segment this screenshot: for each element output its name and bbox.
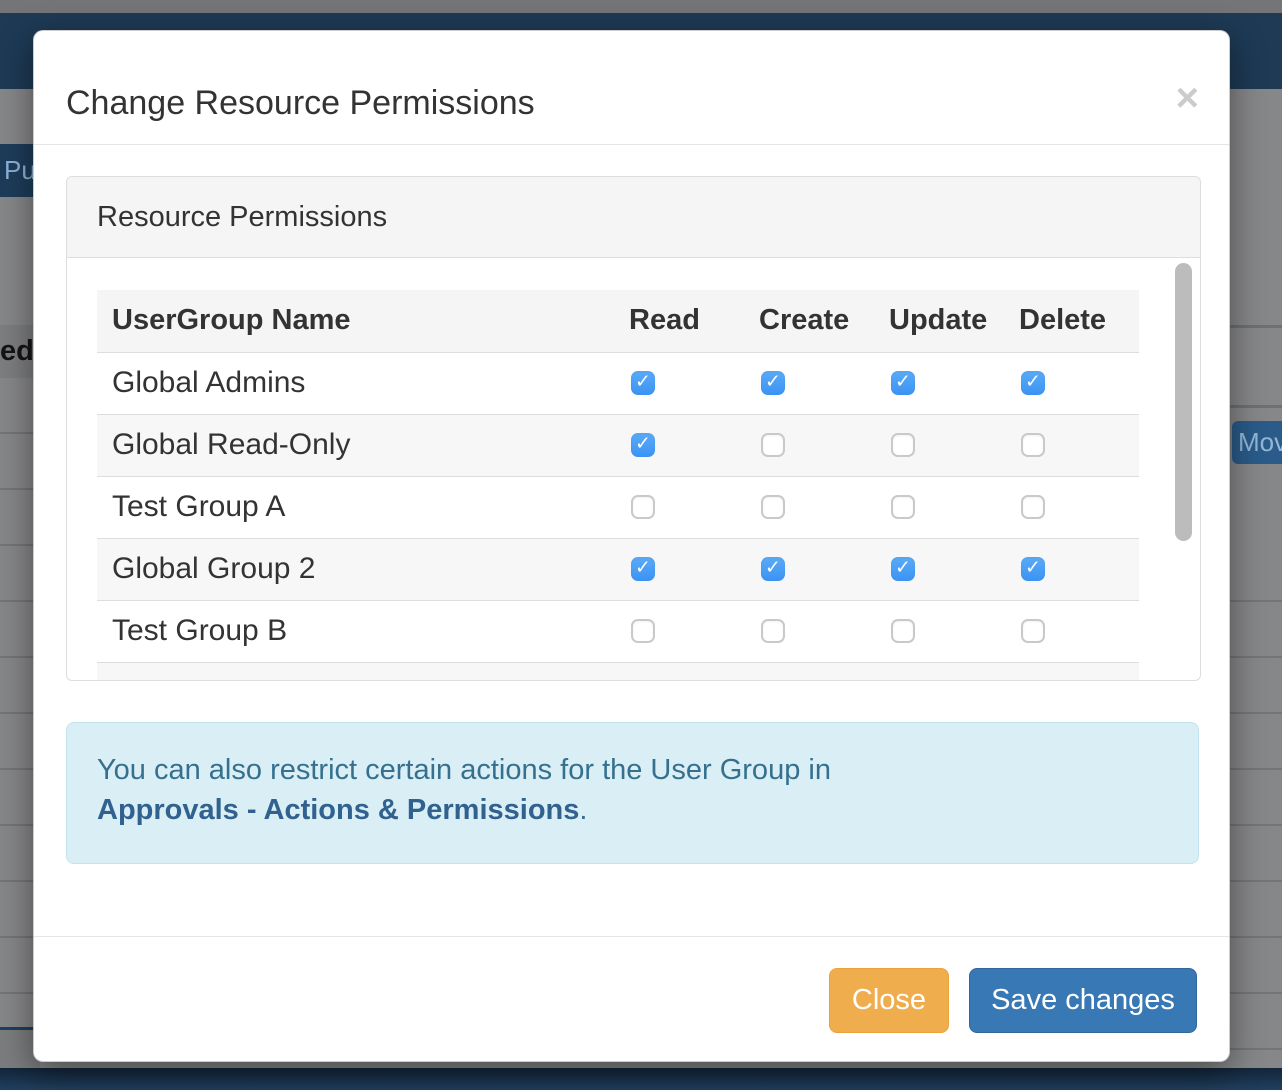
update-checkbox[interactable] xyxy=(891,371,915,395)
footer-divider xyxy=(34,936,1229,937)
update-checkbox[interactable] xyxy=(891,433,915,457)
background-column-label: ed xyxy=(0,335,34,367)
table-row: Global Admins xyxy=(97,352,1139,414)
usergroup-name: Test Group A xyxy=(97,476,629,538)
table-row-partial xyxy=(97,662,1139,680)
read-checkbox[interactable] xyxy=(631,557,655,581)
move-button-label: Move xyxy=(1238,427,1282,457)
delete-checkbox[interactable] xyxy=(1021,433,1045,457)
column-read: Read xyxy=(629,290,759,352)
read-checkbox[interactable] xyxy=(631,371,655,395)
delete-checkbox[interactable] xyxy=(1021,495,1045,519)
column-create: Create xyxy=(759,290,889,352)
create-checkbox[interactable] xyxy=(761,495,785,519)
dialog-title: Change Resource Permissions xyxy=(66,86,535,120)
background-right-strip: Move xyxy=(1230,89,1282,1068)
column-update: Update xyxy=(889,290,1019,352)
app-bottom-bar xyxy=(0,1068,1282,1090)
create-checkbox[interactable] xyxy=(761,433,785,457)
read-checkbox[interactable] xyxy=(631,495,655,519)
read-checkbox[interactable] xyxy=(631,619,655,643)
table-row: Global Group 2 xyxy=(97,538,1139,600)
table-header-row: UserGroup Name Read Create Update Delete xyxy=(97,290,1139,352)
delete-checkbox[interactable] xyxy=(1021,619,1045,643)
update-checkbox[interactable] xyxy=(891,619,915,643)
delete-checkbox[interactable] xyxy=(1021,371,1045,395)
background-move-button[interactable]: Move xyxy=(1232,421,1282,464)
background-table-rows-left xyxy=(0,378,34,1027)
create-checkbox[interactable] xyxy=(761,371,785,395)
save-changes-button[interactable]: Save changes xyxy=(969,968,1197,1033)
info-alert: You can also restrict certain actions fo… xyxy=(66,722,1199,864)
close-icon[interactable]: × xyxy=(1176,78,1199,118)
info-text-suffix: . xyxy=(579,794,587,826)
delete-checkbox[interactable] xyxy=(1021,557,1045,581)
table-row: Global Read-Only xyxy=(97,414,1139,476)
resource-permissions-panel: Resource Permissions UserGroup Name Read… xyxy=(66,176,1201,681)
header-divider xyxy=(34,144,1229,145)
background-divider xyxy=(1230,325,1282,328)
table-row: Test Group B xyxy=(97,600,1139,662)
scrollbar-thumb[interactable] xyxy=(1175,263,1192,541)
column-usergroup-name: UserGroup Name xyxy=(97,290,629,352)
panel-heading: Resource Permissions xyxy=(67,177,1200,258)
approvals-permissions-link: Approvals - Actions & Permissions xyxy=(97,794,579,826)
create-checkbox[interactable] xyxy=(761,619,785,643)
permissions-scroll-area: UserGroup Name Read Create Update Delete… xyxy=(67,258,1200,680)
create-checkbox[interactable] xyxy=(761,557,785,581)
column-delete: Delete xyxy=(1019,290,1139,352)
update-checkbox[interactable] xyxy=(891,495,915,519)
browser-top-strip xyxy=(0,0,1282,13)
info-text: You can also restrict certain actions fo… xyxy=(97,754,831,786)
permissions-table: UserGroup Name Read Create Update Delete… xyxy=(97,290,1139,680)
update-checkbox[interactable] xyxy=(891,557,915,581)
table-row: Test Group A xyxy=(97,476,1139,538)
change-resource-permissions-dialog: Change Resource Permissions × Resource P… xyxy=(33,30,1230,1062)
usergroup-name: Test Group B xyxy=(97,600,629,662)
read-checkbox[interactable] xyxy=(631,433,655,457)
background-divider xyxy=(1230,405,1282,408)
usergroup-name: Global Admins xyxy=(97,352,629,414)
usergroup-name: Global Read-Only xyxy=(97,414,629,476)
usergroup-name: Global Group 2 xyxy=(97,538,629,600)
background-table-rows-right xyxy=(1230,546,1282,1068)
background-table-header: ed xyxy=(0,325,34,378)
close-button[interactable]: Close xyxy=(829,968,949,1033)
